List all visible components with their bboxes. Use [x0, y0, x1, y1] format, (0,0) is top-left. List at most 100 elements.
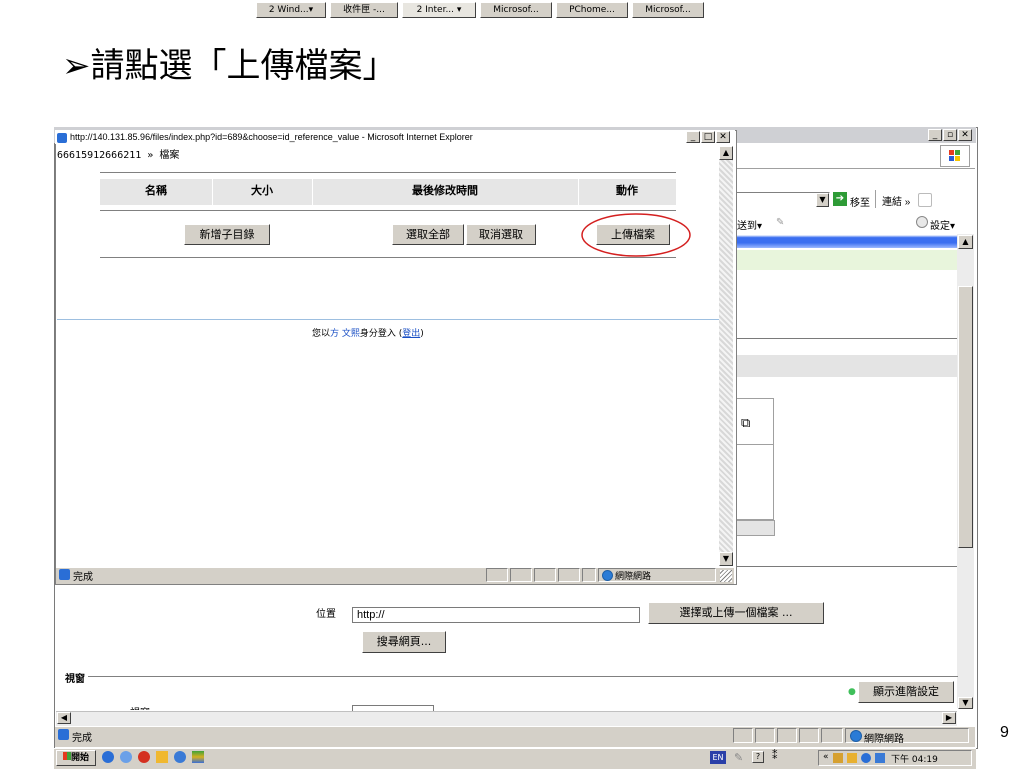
select-all-button[interactable]: 選取全部 [392, 224, 464, 245]
popup-title-text: http://140.131.85.96/files/index.php?id=… [70, 132, 473, 142]
language-badge[interactable]: EN [710, 751, 726, 764]
status-pane-1 [733, 728, 753, 743]
quicklaunch-app-icon[interactable] [138, 751, 150, 763]
ime-options-icon[interactable]: ⁑ [772, 749, 778, 762]
popup-scrollbar[interactable] [719, 146, 733, 566]
tray-speaker-icon[interactable] [875, 753, 885, 763]
zone-pane: 網際網路 [845, 728, 969, 745]
quicklaunch-browser-icon[interactable] [120, 751, 132, 763]
links-button[interactable]: 連結 » [882, 193, 910, 208]
partial-window-label: 視窗 [130, 704, 150, 710]
links-chevron-icon: » [904, 197, 911, 208]
login-user-link[interactable]: 方 文熙 [330, 329, 360, 339]
popup-open-icon[interactable]: ⧉ [741, 416, 759, 432]
start-logo-icon [62, 752, 71, 760]
window-section-label: 視窗 [62, 670, 88, 685]
content-gray-bar [735, 355, 957, 377]
quicklaunch-ie2-icon[interactable] [174, 751, 186, 763]
resize-grip-icon[interactable] [720, 570, 732, 582]
settings-button[interactable]: 設定▾ [930, 217, 955, 232]
go-arrow-icon[interactable]: ➔ [833, 192, 847, 206]
quicklaunch-ie-icon[interactable] [102, 751, 114, 763]
links-label: 連結 [882, 197, 902, 208]
scroll-right-icon[interactable]: ▶ [942, 712, 956, 724]
system-tray: « 下午 04:19 [818, 750, 972, 766]
clock: 下午 04:19 [891, 755, 938, 765]
start-button[interactable]: 開始 [56, 750, 96, 766]
popup-minimize-icon[interactable]: _ [686, 131, 700, 143]
popup-status-text: 完成 [73, 572, 93, 583]
popup-close-icon[interactable]: ✕ [716, 131, 730, 143]
settings-radio-icon[interactable] [916, 216, 928, 228]
pencil-icon[interactable]: ✎ [776, 217, 786, 228]
search-web-button[interactable]: 搜尋網頁... [362, 631, 446, 653]
horizontal-scrollbar[interactable] [56, 711, 957, 726]
task-microsoft-2[interactable]: Microsof... [632, 2, 704, 18]
status-pane-2 [755, 728, 775, 743]
popup-maximize-icon[interactable]: □ [701, 131, 715, 143]
task-internet-explorer[interactable]: 2 Inter... ▾ [402, 2, 476, 18]
task-microsoft-1[interactable]: Microsof... [480, 2, 552, 18]
popup-page-icon [59, 569, 70, 580]
bullet-icon: ● [848, 687, 856, 697]
quicklaunch-stack-icon[interactable] [192, 751, 204, 763]
tray-network-icon[interactable] [833, 753, 843, 763]
close-icon[interactable]: ✕ [958, 129, 972, 141]
slide-title: ➢請點選「上傳檔案」 [62, 46, 397, 86]
background-status-text: 完成 [72, 733, 92, 744]
page-tab-band [735, 235, 957, 248]
breadcrumb: 66615912666211 » 檔案 [57, 150, 180, 161]
popup-scroll-down-icon[interactable]: ▼ [719, 552, 733, 566]
globe-icon [850, 730, 862, 742]
scroll-up-icon[interactable]: ▲ [958, 235, 973, 249]
login-mid: 身分登入 ( [359, 329, 403, 339]
popup-pane-1 [486, 568, 508, 582]
table-mid-rule [100, 210, 676, 211]
column-modified[interactable]: 最後修改時間 [312, 179, 579, 205]
login-prefix: 您以 [312, 329, 331, 339]
new-folder-button[interactable]: 新增子目錄 [184, 224, 270, 245]
ime-help-icon[interactable]: ? [752, 751, 764, 763]
panel-footer [735, 520, 775, 536]
minimize-icon[interactable]: _ [928, 129, 942, 141]
ie-icon [57, 132, 67, 143]
popup-pane-2 [510, 568, 532, 582]
go-button-label[interactable]: 移至 [850, 194, 870, 209]
tray-shield-icon[interactable] [861, 753, 871, 763]
toolbar-extra-icon[interactable] [918, 193, 932, 207]
login-suffix: ) [420, 329, 424, 339]
start-label: 開始 [70, 753, 89, 763]
task-explorer[interactable]: 2 Wind...▾ [256, 2, 326, 18]
scroll-down-icon[interactable]: ▼ [958, 697, 973, 709]
column-name[interactable]: 名稱 [100, 179, 213, 205]
logout-link[interactable]: 登出 [402, 329, 420, 339]
column-action: 動作 [616, 184, 638, 197]
fieldset-line [88, 676, 958, 677]
login-info: 您以方 文熙身分登入 (登出) [312, 326, 424, 339]
column-size[interactable]: 大小 [212, 179, 313, 205]
choose-or-upload-button[interactable]: 選擇或上傳一個檔案 ... [648, 602, 824, 624]
deselect-button[interactable]: 取消選取 [466, 224, 536, 245]
ime-brush-icon[interactable]: ✎ [734, 751, 743, 764]
address-dropdown-icon[interactable]: ▼ [816, 193, 829, 207]
popup-title-bar: http://140.131.85.96/files/index.php?id=… [55, 130, 735, 144]
popup-pane-5 [582, 568, 596, 582]
task-pchome[interactable]: PChome... [556, 2, 628, 18]
quicklaunch-outlook-icon[interactable] [156, 751, 168, 763]
content-divider [735, 338, 957, 339]
tray-expand-icon[interactable]: « [823, 752, 829, 762]
maximize-icon[interactable]: ▫ [943, 129, 957, 141]
show-advanced-settings-button[interactable]: 顯示進階設定 [858, 681, 954, 703]
footer-divider [57, 319, 719, 320]
scroll-thumb[interactable] [958, 286, 973, 548]
task-inbox[interactable]: 收件匣 -... [330, 2, 398, 18]
url-input[interactable] [352, 607, 640, 623]
send-to-button[interactable]: 送到▾ [737, 217, 762, 232]
zone-text: 網際網路 [864, 734, 904, 745]
tray-mail-icon[interactable] [847, 753, 857, 763]
popup-scroll-up-icon[interactable]: ▲ [719, 146, 733, 160]
toolbar-divider [735, 168, 975, 169]
page-header-strip [735, 250, 957, 270]
popup-zone-pane: 網際網路 [598, 568, 716, 582]
scroll-left-icon[interactable]: ◀ [57, 712, 71, 724]
